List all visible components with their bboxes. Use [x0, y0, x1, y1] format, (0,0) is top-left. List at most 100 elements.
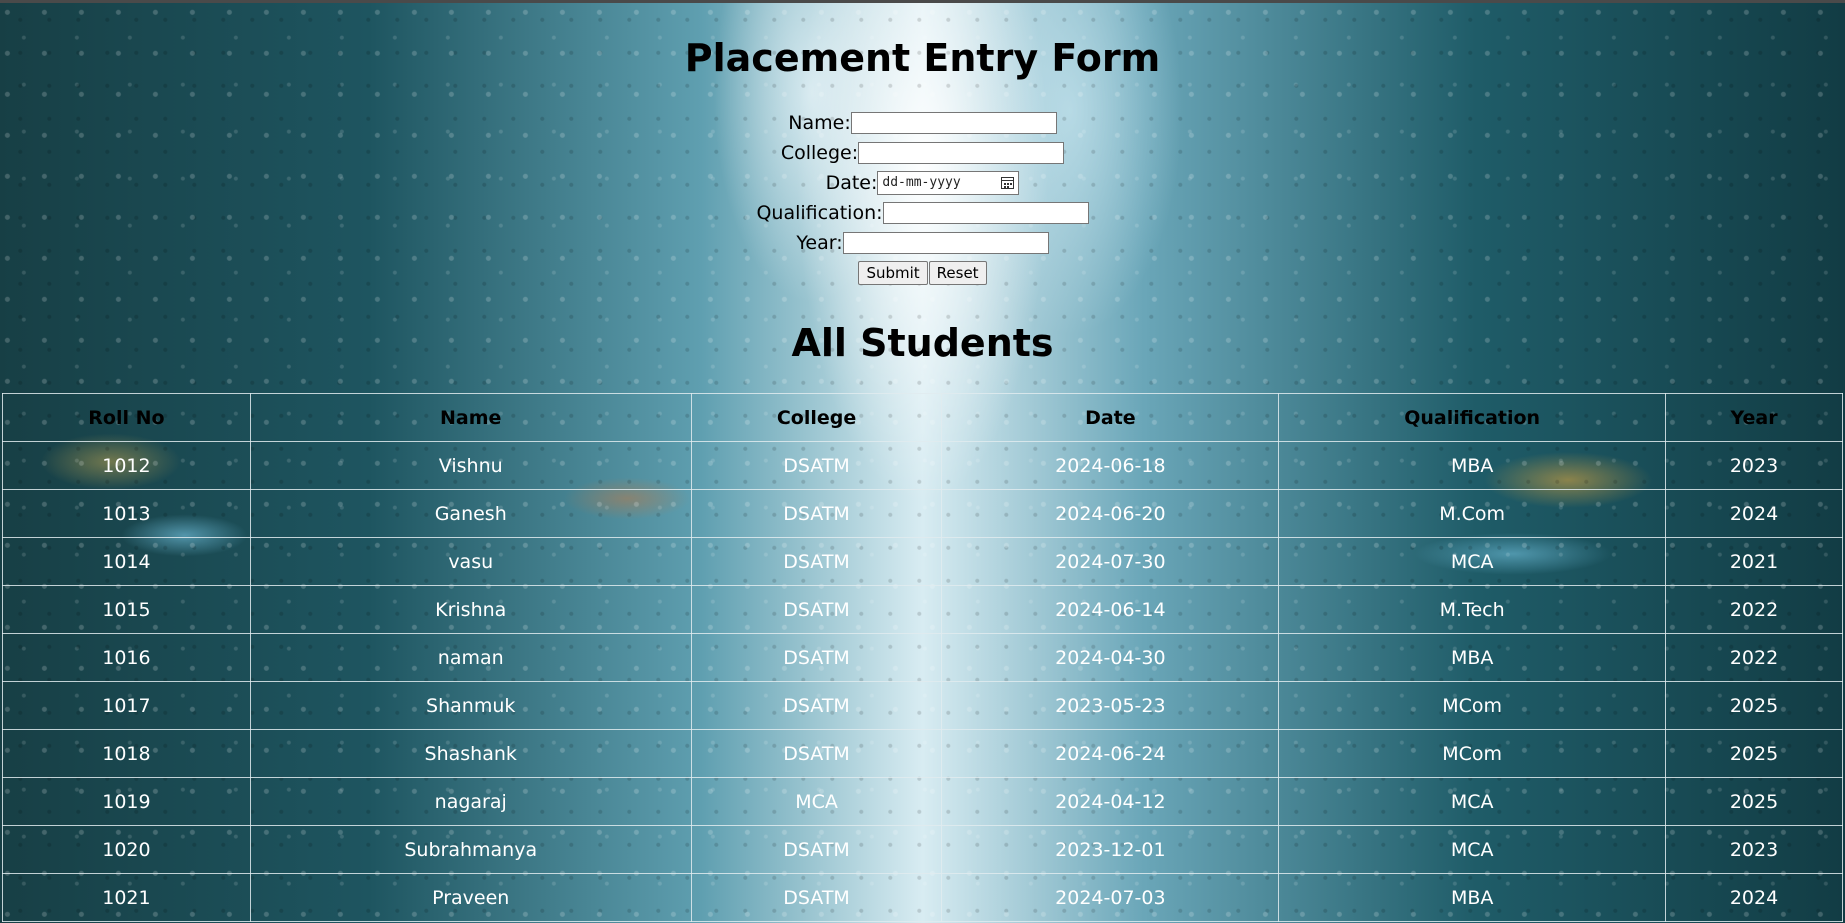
cell-qualification: MCA [1278, 825, 1667, 874]
name-row: Name: [0, 108, 1845, 138]
qualification-label: Qualification: [756, 202, 883, 224]
cell-name: Praveen [249, 873, 692, 922]
cell-date: 2024-04-30 [941, 633, 1280, 682]
cell-year: 2023 [1665, 825, 1843, 874]
calendar-icon[interactable] [1001, 177, 1015, 189]
table-row: 1018 Shashank DSATM 2024-06-24 MCom 2025 [2, 729, 1843, 778]
cell-college: MCA [690, 777, 943, 826]
form-buttons: Submit Reset [0, 258, 1845, 288]
cell-year: 2022 [1665, 585, 1843, 634]
table-row: 1012 Vishnu DSATM 2024-06-18 MBA 2023 [2, 441, 1843, 490]
cell-year: 2024 [1665, 873, 1843, 922]
cell-college: DSATM [690, 489, 943, 538]
placement-entry-form: Name: College: Date: dd-mm-yyyy Qualific… [0, 108, 1845, 288]
date-input[interactable]: dd-mm-yyyy [877, 171, 1020, 195]
table-row: 1017 Shanmuk DSATM 2023-05-23 MCom 2025 [2, 681, 1843, 730]
cell-college: DSATM [690, 729, 943, 778]
cell-name: Shanmuk [249, 681, 692, 730]
cell-name: nagaraj [249, 777, 692, 826]
cell-qualification: MCA [1278, 537, 1667, 586]
cell-roll-no: 1020 [2, 825, 251, 874]
cell-date: 2024-06-18 [941, 441, 1280, 490]
name-label: Name: [788, 112, 851, 134]
cell-name: vasu [249, 537, 692, 586]
cell-roll-no: 1021 [2, 873, 251, 922]
cell-qualification: M.Com [1278, 489, 1667, 538]
cell-roll-no: 1016 [2, 633, 251, 682]
table-row: 1021 Praveen DSATM 2024-07-03 MBA 2024 [2, 873, 1843, 922]
cell-qualification: MCom [1278, 729, 1667, 778]
cell-date: 2023-12-01 [941, 825, 1280, 874]
cell-name: Ganesh [249, 489, 692, 538]
cell-year: 2023 [1665, 441, 1843, 490]
cell-date: 2023-05-23 [941, 681, 1280, 730]
window-top-strip [0, 0, 1845, 3]
header-name: Name [249, 393, 692, 442]
qualification-row: Qualification: [0, 198, 1845, 228]
students-table: Roll No Name College Date Qualification … [2, 393, 1843, 922]
qualification-input[interactable] [882, 202, 1089, 224]
submit-button[interactable]: Submit [858, 261, 928, 285]
table-header-row: Roll No Name College Date Qualification … [2, 393, 1843, 442]
cell-roll-no: 1018 [2, 729, 251, 778]
cell-roll-no: 1015 [2, 585, 251, 634]
cell-qualification: MBA [1278, 441, 1667, 490]
cell-year: 2025 [1665, 681, 1843, 730]
cell-year: 2021 [1665, 537, 1843, 586]
cell-college: DSATM [690, 537, 943, 586]
table-row: 1019 nagaraj MCA 2024-04-12 MCA 2025 [2, 777, 1843, 826]
cell-year: 2025 [1665, 729, 1843, 778]
cell-year: 2022 [1665, 633, 1843, 682]
cell-year: 2025 [1665, 777, 1843, 826]
cell-college: DSATM [690, 585, 943, 634]
cell-roll-no: 1012 [2, 441, 251, 490]
cell-college: DSATM [690, 873, 943, 922]
header-college: College [690, 393, 943, 442]
year-input[interactable] [842, 232, 1049, 254]
college-input[interactable] [858, 142, 1065, 164]
table-row: 1015 Krishna DSATM 2024-06-14 M.Tech 2022 [2, 585, 1843, 634]
cell-date: 2024-07-03 [941, 873, 1280, 922]
cell-name: Krishna [249, 585, 692, 634]
cell-roll-no: 1017 [2, 681, 251, 730]
cell-qualification: MCom [1278, 681, 1667, 730]
students-table-title: All Students [791, 321, 1054, 365]
name-input[interactable] [850, 112, 1057, 134]
header-roll-no: Roll No [2, 393, 251, 442]
table-row: 1014 vasu DSATM 2024-07-30 MCA 2021 [2, 537, 1843, 586]
header-qualification: Qualification [1278, 393, 1667, 442]
date-placeholder: dd-mm-yyyy [882, 175, 961, 190]
cell-name: naman [249, 633, 692, 682]
cell-roll-no: 1013 [2, 489, 251, 538]
cell-date: 2024-06-24 [941, 729, 1280, 778]
year-label: Year: [796, 232, 843, 254]
cell-roll-no: 1019 [2, 777, 251, 826]
header-year: Year [1665, 393, 1843, 442]
college-row: College: [0, 138, 1845, 168]
cell-college: DSATM [690, 633, 943, 682]
cell-name: Vishnu [249, 441, 692, 490]
cell-qualification: MCA [1278, 777, 1667, 826]
header-date: Date [941, 393, 1280, 442]
cell-qualification: M.Tech [1278, 585, 1667, 634]
cell-roll-no: 1014 [2, 537, 251, 586]
table-row: 1020 Subrahmanya DSATM 2023-12-01 MCA 2023 [2, 825, 1843, 874]
cell-name: Shashank [249, 729, 692, 778]
table-row: 1013 Ganesh DSATM 2024-06-20 M.Com 2024 [2, 489, 1843, 538]
students-table-body: 1012 Vishnu DSATM 2024-06-18 MBA 2023 1013 Gane… [2, 441, 1843, 922]
cell-college: DSATM [690, 825, 943, 874]
cell-qualification: MBA [1278, 873, 1667, 922]
table-row: 1016 naman DSATM 2024-04-30 MBA 2022 [2, 633, 1843, 682]
date-row: Date: dd-mm-yyyy [0, 168, 1845, 198]
cell-college: DSATM [690, 681, 943, 730]
form-title: Placement Entry Form [684, 36, 1161, 80]
cell-college: DSATM [690, 441, 943, 490]
cell-date: 2024-06-20 [941, 489, 1280, 538]
reset-button[interactable]: Reset [928, 261, 987, 285]
cell-date: 2024-04-12 [941, 777, 1280, 826]
college-label: College: [780, 142, 859, 164]
cell-name: Subrahmanya [249, 825, 692, 874]
cell-qualification: MBA [1278, 633, 1667, 682]
cell-date: 2024-07-30 [941, 537, 1280, 586]
year-row: Year: [0, 228, 1845, 258]
